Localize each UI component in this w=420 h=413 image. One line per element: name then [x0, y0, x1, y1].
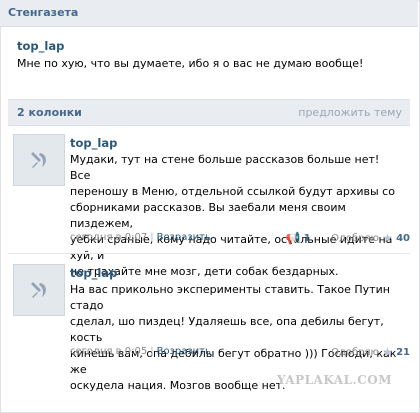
hammer-sickle-icon: [31, 152, 46, 168]
post-actions: Одобряю ★ 21: [331, 345, 410, 359]
approve-link[interactable]: Одобряю: [331, 233, 379, 244]
section-header: Стенгазета: [0, 0, 418, 27]
star-icon[interactable]: ★: [382, 231, 393, 245]
mega-count: 1: [303, 232, 311, 244]
meta-separator: |: [150, 346, 154, 357]
post-divider: [8, 253, 410, 254]
approve-count: 21: [396, 346, 410, 358]
post-text-line: Мудаки, тут на стене больше рассказов бо…: [70, 153, 380, 182]
post-text-line: На вас прикольно эксперименты ставить. Т…: [70, 283, 390, 312]
status-author-link[interactable]: top_lap: [17, 39, 64, 53]
hammer-sickle-icon: [31, 282, 46, 298]
suggest-topic-link[interactable]: предложить тему: [298, 106, 402, 119]
status-text: Мне по хую, что вы думаете, ибо я о вас …: [17, 57, 364, 70]
post-meta: сегодня в 0:05 | Возразить: [70, 346, 211, 357]
post-actions: 📢 1 Одобряю ★ 40: [286, 231, 410, 245]
post-text: Мудаки, тут на стене больше рассказов бо…: [70, 152, 402, 280]
post-meta: сегодня в 0:07 | Возразить: [70, 232, 211, 243]
wall-count-label[interactable]: 2 колонки: [17, 106, 82, 119]
wall-post: top_lap Мудаки, тут на стене больше расс…: [8, 134, 410, 278]
post-text-line: сделал, шо пиздец! Удаляешь все, опа деб…: [70, 315, 384, 344]
avatar[interactable]: [13, 264, 65, 316]
approve-count: 40: [396, 232, 410, 244]
site-watermark: YAPLAKAL.COM: [276, 373, 392, 387]
post-author-link[interactable]: top_lap: [70, 266, 117, 280]
post-author-link[interactable]: top_lap: [70, 136, 117, 150]
post-date: сегодня в 0:07: [70, 232, 148, 243]
wall-post: top_lap На вас прикольно эксперименты ст…: [8, 264, 410, 392]
megaphone-icon[interactable]: 📢: [286, 231, 301, 245]
post-text-line: переношу в Меню, отдельной ссылкой будут…: [70, 185, 395, 198]
avatar[interactable]: [13, 134, 65, 186]
reply-link[interactable]: Возразить: [157, 346, 211, 357]
meta-separator: |: [150, 232, 154, 243]
wall-header: 2 колонки предложить тему: [8, 99, 410, 126]
star-icon[interactable]: ★: [382, 345, 393, 359]
post-text-line: сборниками рассказов. Вы заебали меня св…: [70, 201, 346, 230]
approve-link[interactable]: Одобряю: [331, 347, 379, 358]
section-title[interactable]: Стенгазета: [8, 6, 78, 19]
post-date: сегодня в 0:05: [70, 346, 148, 357]
reply-link[interactable]: Возразить: [157, 232, 211, 243]
